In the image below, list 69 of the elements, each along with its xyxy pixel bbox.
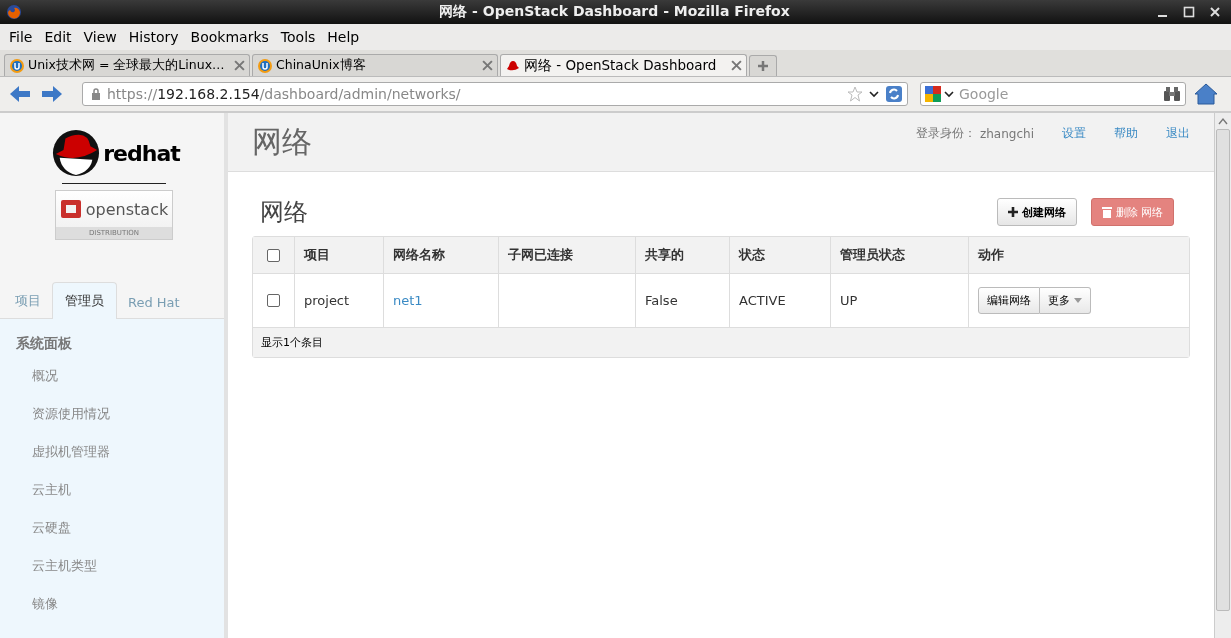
favicon-icon <box>257 57 273 74</box>
edit-network-button[interactable]: 编辑网络 <box>978 287 1040 314</box>
table-cell: project <box>304 293 350 308</box>
home-icon[interactable] <box>1194 83 1218 105</box>
reload-icon[interactable] <box>885 85 903 103</box>
table-cell: ACTIVE <box>739 293 786 308</box>
user-name: zhangchi <box>979 126 1034 141</box>
more-button[interactable]: 更多 <box>1040 287 1091 314</box>
scroll-thumb[interactable] <box>1216 129 1230 611</box>
binoculars-icon[interactable] <box>1163 86 1181 102</box>
user-label: 登录身份： <box>915 125 976 142</box>
star-icon[interactable] <box>847 86 863 102</box>
menu-item[interactable]: Edit <box>39 29 77 45</box>
product-logo-text: openstack <box>85 199 169 219</box>
menu-item[interactable]: Help <box>322 29 365 45</box>
select-all-checkbox[interactable] <box>267 248 280 262</box>
caret-icon[interactable] <box>944 89 954 99</box>
menu-item[interactable]: Tools <box>275 29 321 45</box>
plus-icon <box>757 60 769 72</box>
hat-figure-icon <box>52 129 101 177</box>
sidebar-item[interactable]: 概况 <box>16 365 224 403</box>
table-footer-text: 显示1个条目 <box>261 335 323 350</box>
page-title: 网络 <box>252 122 312 161</box>
header-link[interactable]: 设置 <box>1062 125 1086 142</box>
table-cell: UP <box>840 293 858 308</box>
column-header: 共享的 <box>645 246 684 264</box>
scrollbar[interactable] <box>1214 113 1231 638</box>
address-field[interactable]: https://192.168.2.154/dashboard/admin/networks/ <box>82 82 908 106</box>
create-network-button[interactable]: 创建网络 <box>996 198 1077 226</box>
url-text: https://192.168.2.154/dashboard/admin/networks/ <box>107 86 462 102</box>
search-box[interactable]: Google <box>920 82 1186 106</box>
menu-item[interactable]: File <box>4 29 38 45</box>
column-header: 网络名称 <box>393 246 445 264</box>
lock-icon <box>91 88 101 100</box>
section-heading: 系统面板 <box>16 335 73 353</box>
forward-icon[interactable] <box>40 84 64 104</box>
column-header: 动作 <box>978 246 1004 264</box>
header-link[interactable]: 退出 <box>1166 125 1190 142</box>
caret-icon[interactable] <box>869 89 879 99</box>
column-header: 项目 <box>304 246 330 264</box>
brand-logo-text: redhat <box>103 140 180 166</box>
sidebar-item[interactable]: 镜像 <box>16 593 224 631</box>
maximize-icon[interactable] <box>1183 6 1195 18</box>
caret-icon <box>1074 298 1082 303</box>
scroll-up-icon[interactable] <box>1218 117 1228 125</box>
search-engine-icon <box>925 86 941 102</box>
column-header: 管理员状态 <box>840 246 905 264</box>
menu-item[interactable]: Bookmarks <box>185 29 274 45</box>
menu-item[interactable]: View <box>78 29 122 45</box>
row-checkbox[interactable] <box>267 294 280 307</box>
window-title: 网络 - OpenStack Dashboard - Mozilla Firefox <box>438 3 791 21</box>
network-link[interactable]: net1 <box>393 293 423 308</box>
header-link[interactable]: 帮助 <box>1114 125 1138 142</box>
table-cell: False <box>645 293 678 308</box>
browser-tab[interactable]: ChinaUnix博客 <box>252 54 498 76</box>
sidebar-tab[interactable]: 管理员 <box>52 282 117 319</box>
firefox-icon <box>6 4 22 20</box>
section-title: 网络 <box>260 197 308 228</box>
cube-icon <box>59 198 82 220</box>
favicon-icon <box>9 57 25 74</box>
column-header: 状态 <box>739 246 765 264</box>
browser-tab[interactable]: Unix技术网 = 全球最大的Linux… <box>4 54 250 76</box>
column-header: 子网已连接 <box>508 246 573 264</box>
plus-icon <box>1007 207 1018 217</box>
menu-item[interactable]: History <box>123 29 184 45</box>
new-tab-button[interactable] <box>749 55 777 76</box>
back-icon[interactable] <box>8 84 32 104</box>
trash-icon <box>1101 206 1112 218</box>
browser-tab[interactable]: 网络 - OpenStack Dashboard <box>500 54 747 76</box>
